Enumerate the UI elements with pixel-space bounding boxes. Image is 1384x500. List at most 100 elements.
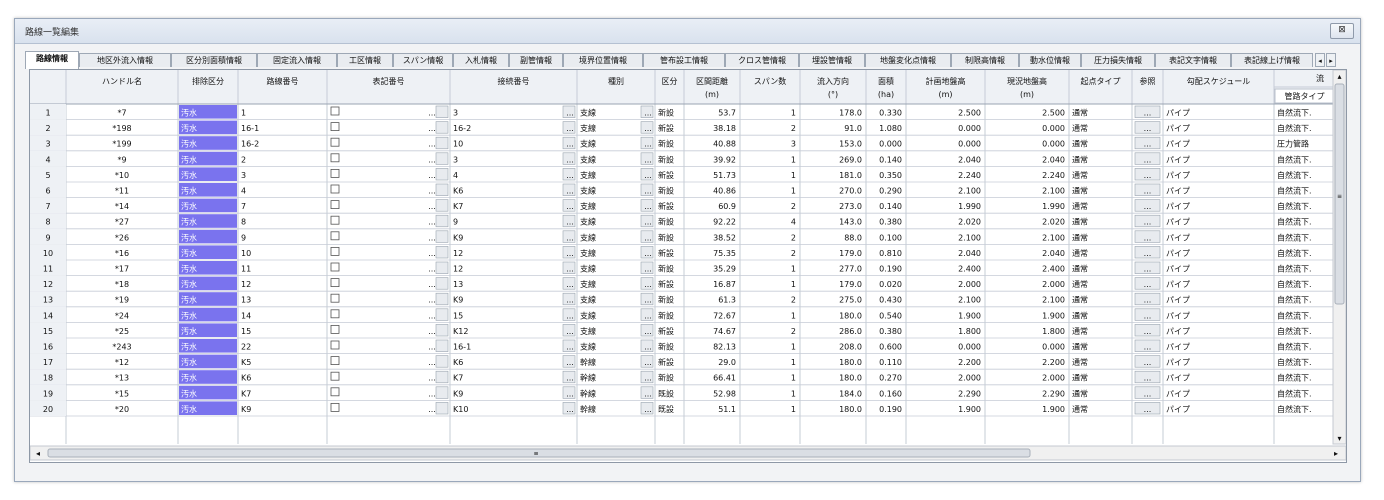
- route-no-cell[interactable]: 4: [241, 187, 246, 196]
- kind-cell[interactable]: 幹線: [580, 388, 596, 398]
- notation-ellipsis-button[interactable]: [435, 246, 449, 259]
- pipe-type-cell[interactable]: 自然流下.: [1277, 123, 1312, 133]
- pipe-type-cell[interactable]: 自然流下.: [1277, 326, 1312, 336]
- pipe-type-cell[interactable]: 自然流下.: [1277, 342, 1312, 352]
- pipe-type-cell[interactable]: 自然流下.: [1277, 264, 1312, 274]
- spans-cell[interactable]: 1: [791, 280, 796, 289]
- length-cell[interactable]: 39.92: [713, 155, 736, 164]
- connect-no-cell[interactable]: 12: [453, 265, 463, 274]
- direction-cell[interactable]: 88.0: [844, 233, 862, 242]
- exclusion-cell[interactable]: 汚水: [181, 139, 197, 149]
- plan-ground-cell[interactable]: 1.800: [958, 327, 981, 336]
- connect-no-cell[interactable]: 4: [453, 171, 458, 180]
- tab-14[interactable]: 動水位情報: [1019, 53, 1081, 67]
- current-ground-cell[interactable]: 2.000: [1042, 374, 1065, 383]
- handle-cell[interactable]: *11: [115, 187, 129, 196]
- tab-15[interactable]: 圧力損失情報: [1081, 53, 1155, 67]
- current-ground-cell[interactable]: 0.000: [1042, 124, 1065, 133]
- area-cell[interactable]: 0.020: [879, 280, 902, 289]
- notation-ellipsis-button[interactable]: [435, 152, 449, 165]
- handle-cell[interactable]: *9: [117, 155, 126, 164]
- route-no-cell[interactable]: K9: [241, 405, 251, 414]
- handle-cell[interactable]: *14: [115, 202, 129, 211]
- area-cell[interactable]: 0.350: [879, 171, 902, 180]
- area-cell[interactable]: 0.330: [879, 109, 902, 118]
- exclusion-cell[interactable]: 汚水: [181, 310, 197, 320]
- notation-checkbox[interactable]: [330, 184, 340, 194]
- tab-11[interactable]: 埋設管情報: [799, 53, 865, 67]
- handle-cell[interactable]: *243: [112, 343, 131, 352]
- current-ground-cell[interactable]: 1.800: [1042, 327, 1065, 336]
- notation-ellipsis-button[interactable]: [435, 214, 449, 228]
- start-type-cell[interactable]: 通常: [1072, 232, 1088, 242]
- spans-cell[interactable]: 2: [791, 233, 796, 242]
- exclusion-cell[interactable]: 汚水: [181, 108, 197, 118]
- kind-cell[interactable]: 幹線: [580, 357, 596, 367]
- plan-ground-cell[interactable]: 2.000: [958, 280, 981, 289]
- scroll-down-arrow[interactable]: ▾: [1337, 434, 1341, 443]
- start-type-cell[interactable]: 通常: [1072, 388, 1088, 398]
- start-type-cell[interactable]: 通常: [1072, 326, 1088, 336]
- notation-checkbox[interactable]: [330, 278, 340, 288]
- exclusion-cell[interactable]: 汚水: [181, 373, 197, 383]
- connect-no-cell[interactable]: K9: [453, 296, 463, 305]
- kind-cell[interactable]: 支線: [580, 279, 596, 289]
- notation-checkbox[interactable]: [330, 340, 340, 350]
- start-type-cell[interactable]: 通常: [1072, 248, 1088, 258]
- scroll-left-arrow[interactable]: ◂: [36, 449, 40, 458]
- plan-ground-cell[interactable]: 2.200: [958, 358, 981, 367]
- spans-cell[interactable]: 2: [791, 249, 796, 258]
- plan-ground-cell[interactable]: 2.100: [958, 296, 981, 305]
- notation-checkbox[interactable]: [330, 231, 340, 241]
- notation-checkbox[interactable]: [330, 387, 340, 397]
- schedule-cell[interactable]: パイプ: [1166, 405, 1190, 414]
- route-no-cell[interactable]: 7: [241, 202, 246, 211]
- route-no-cell[interactable]: 16-1: [241, 124, 259, 133]
- kind-cell[interactable]: 支線: [580, 310, 596, 320]
- current-ground-cell[interactable]: 2.040: [1042, 155, 1065, 164]
- kind-cell[interactable]: 支線: [580, 123, 596, 133]
- division-cell[interactable]: 新設: [658, 279, 674, 289]
- notation-ellipsis-button[interactable]: [435, 386, 449, 399]
- schedule-cell[interactable]: パイプ: [1166, 187, 1190, 196]
- tab-6[interactable]: 入札情報: [453, 53, 509, 67]
- tab-2[interactable]: 区分別面積情報: [171, 53, 257, 67]
- plan-ground-cell[interactable]: 2.100: [958, 187, 981, 196]
- area-cell[interactable]: 0.430: [879, 296, 902, 305]
- notation-ellipsis-button[interactable]: [435, 261, 449, 274]
- current-ground-cell[interactable]: 1.900: [1042, 311, 1065, 320]
- start-type-cell[interactable]: 通常: [1072, 170, 1088, 180]
- connect-no-cell[interactable]: K12: [453, 327, 468, 336]
- exclusion-cell[interactable]: 汚水: [181, 357, 197, 367]
- length-cell[interactable]: 82.13: [713, 343, 736, 352]
- direction-cell[interactable]: 184.0: [839, 389, 862, 398]
- schedule-cell[interactable]: パイプ: [1166, 155, 1190, 164]
- start-type-cell[interactable]: 通常: [1072, 373, 1088, 383]
- pipe-type-cell[interactable]: 自然流下.: [1277, 373, 1312, 383]
- length-cell[interactable]: 75.35: [713, 249, 736, 258]
- notation-checkbox[interactable]: [330, 137, 340, 147]
- current-ground-cell[interactable]: 1.990: [1042, 202, 1065, 211]
- area-cell[interactable]: 0.540: [879, 311, 902, 320]
- route-no-cell[interactable]: 12: [241, 280, 251, 289]
- direction-cell[interactable]: 153.0: [839, 140, 862, 149]
- route-no-cell[interactable]: 14: [241, 311, 251, 320]
- connect-no-cell[interactable]: K9: [453, 389, 463, 398]
- kind-cell[interactable]: 支線: [580, 326, 596, 336]
- division-cell[interactable]: 新設: [658, 186, 674, 196]
- exclusion-cell[interactable]: 汚水: [181, 232, 197, 242]
- kind-cell[interactable]: 支線: [580, 154, 596, 164]
- direction-cell[interactable]: 180.0: [839, 311, 862, 320]
- handle-cell[interactable]: *17: [115, 265, 129, 274]
- spans-cell[interactable]: 1: [791, 171, 796, 180]
- pipe-type-cell[interactable]: 自然流下.: [1277, 248, 1312, 258]
- exclusion-cell[interactable]: 汚水: [181, 154, 197, 164]
- start-type-cell[interactable]: 通常: [1072, 279, 1088, 289]
- plan-ground-cell[interactable]: 2.000: [958, 374, 981, 383]
- notation-checkbox[interactable]: [330, 169, 340, 178]
- length-cell[interactable]: 61.3: [718, 296, 736, 305]
- tab-16[interactable]: 表記文字情報: [1155, 53, 1231, 67]
- area-cell[interactable]: 0.000: [879, 140, 902, 149]
- schedule-cell[interactable]: パイプ: [1166, 343, 1190, 352]
- exclusion-cell[interactable]: 汚水: [181, 217, 197, 227]
